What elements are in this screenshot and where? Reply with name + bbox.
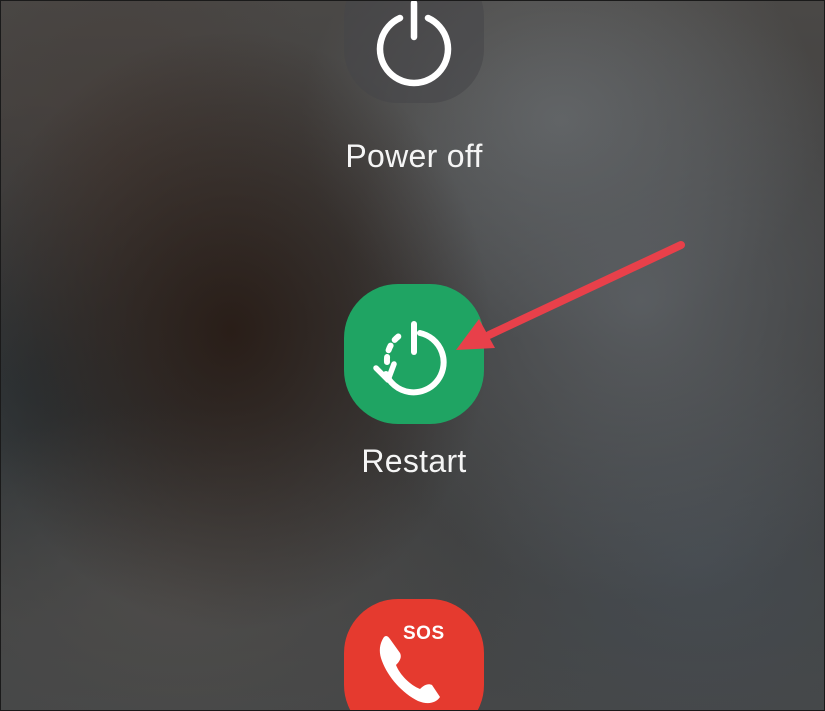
sos-button[interactable] [344, 599, 484, 710]
restart-button[interactable] [344, 284, 484, 424]
power-off-label: Power off [345, 138, 483, 174]
restart-icon [373, 321, 447, 396]
sos-label: SOS [403, 623, 445, 644]
power-icon [376, 1, 452, 87]
restart-label: Restart [361, 443, 467, 479]
power-off-button[interactable] [344, 1, 484, 103]
power-menu-screen: Power off Restart SOS [0, 0, 825, 711]
phone-icon [379, 635, 440, 704]
